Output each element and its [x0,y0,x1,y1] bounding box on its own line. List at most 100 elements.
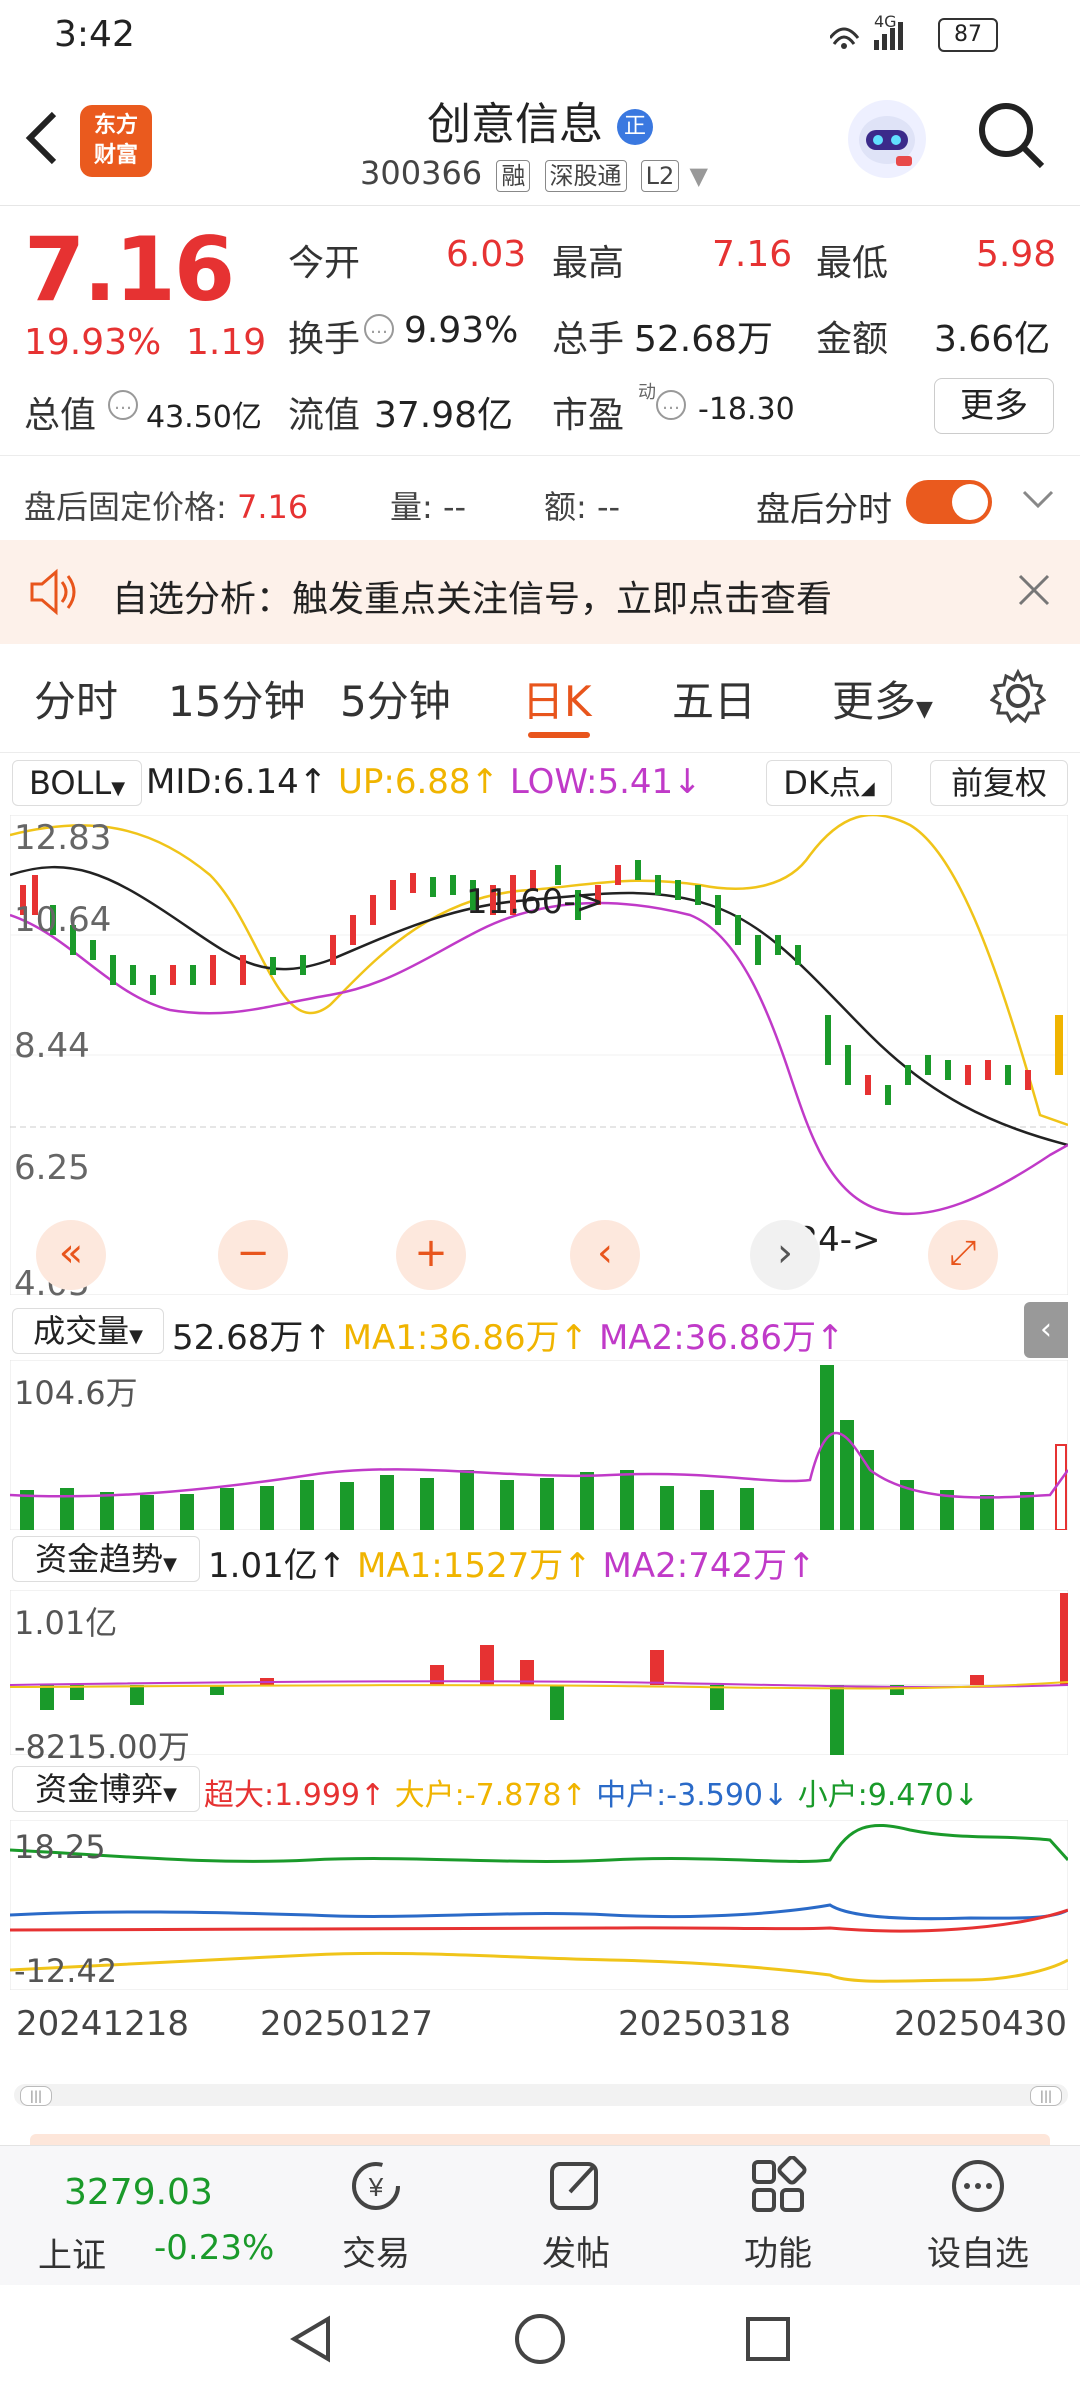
close-icon[interactable] [1016,572,1052,612]
zoom-in-icon[interactable]: + [396,1220,466,1290]
prev-icon[interactable]: ‹ [570,1220,640,1290]
volume-value: 52.68万 [634,319,774,360]
battery-level: 87 [954,22,982,47]
float-label: 流值 [288,395,361,436]
high-label: 最高 [552,243,625,284]
search-icon[interactable] [976,100,1048,176]
indicator-select[interactable]: BOLL▼ [12,760,142,806]
fund-trend-value: 1.01亿↑ [208,1546,347,1586]
fund-trend-min: -8215.00万 [14,1728,190,1766]
fund-trend-select[interactable]: 资金趋势▼ [12,1536,200,1582]
fund-game-chart[interactable] [10,1820,1068,1990]
volume-ma2: MA2:36.86万↑ [598,1318,845,1358]
tab-15min[interactable]: 15分钟 [168,668,305,729]
tag-l2: L2 [640,160,680,192]
system-back-icon[interactable] [284,2311,340,2371]
date-label-4: 20250430 [894,2004,1068,2044]
boll-legend: MID:6.14↑ UP:6.88↑ LOW:5.41↓ [146,762,702,802]
nav-post-label: 发帖 [542,2234,610,2274]
divider [0,752,1080,753]
info-icon[interactable]: … [364,314,394,344]
date-label-3: 20250318 [618,2004,792,2044]
fund-trend-max: 1.01亿 [14,1604,118,1642]
dk-button[interactable]: DK点◢ [766,760,892,806]
nav-functions[interactable]: 功能 [708,2155,848,2275]
afterhours-toggle[interactable] [906,480,992,524]
adjust-button[interactable]: 前复权 [930,760,1068,806]
afterhours-price-label: 盘后固定价格: [24,488,227,526]
fund-game-select[interactable]: 资金博弈▼ [12,1766,200,1812]
index-value[interactable]: 3279.03 [64,2172,213,2213]
fund-game-large: 大户:-7.878↑ [394,1778,587,1813]
fund-game-super: 超大:1.999↑ [204,1778,386,1813]
more-button[interactable]: 更多 [934,378,1054,434]
collapse-icon[interactable]: ‹ [1024,1302,1068,1358]
fund-game-small: 小户:9.470↓ [797,1778,979,1813]
annotation-high: 11.60-> [466,882,605,922]
alert-text: 自选分析：触发重点关注信号，立即点击查看 [112,579,833,620]
nav-trade-label: 交易 [342,2234,410,2274]
nav-watchlist-label: 设自选 [927,2234,1029,2274]
high-value: 7.16 [712,234,793,275]
fund-trend-legend: 1.01亿↑ MA1:1527万↑ MA2:742万↑ [208,1538,816,1587]
volume-select[interactable]: 成交量▼ [12,1308,164,1354]
low-value: 5.98 [976,234,1057,275]
index-change[interactable]: -0.23% [154,2228,274,2268]
dk-label: DK点 [783,764,861,802]
nav-watchlist[interactable]: 设自选 [908,2156,1048,2275]
trade-icon: ¥ [306,2156,446,2226]
volume-chart[interactable] [10,1360,1068,1530]
afterhours-timeshare-label: 盘后分时 [756,490,892,530]
volume-legend: 52.68万↑ MA1:36.86万↑ MA2:36.86万↑ [172,1310,844,1359]
alert-banner[interactable]: 自选分析：触发重点关注信号，立即点击查看 [0,540,1080,644]
stock-code-line: 300366 融 深股通 L2 ▼ [360,154,708,192]
open-value: 6.03 [446,234,527,275]
pe-sup: 动 [638,382,656,403]
robot-assistant-icon[interactable] [848,100,926,178]
fund-game-legend: 超大:1.999↑ 大户:-7.878↑ 中户:-3.590↓ 小户:9.470… [204,1770,979,1814]
afterhours-amt-label: 额: [544,488,587,526]
afterhours-price: 7.16 [236,488,309,526]
change-value: 1.19 [186,322,267,363]
stock-name: 创意信息 [427,99,603,150]
afterhours-amt: 额: -- [544,482,620,528]
system-recents-icon[interactable] [740,2311,796,2371]
afterhours-row: 盘后固定价格: 7.16 [24,482,308,528]
system-home-icon[interactable] [512,2311,568,2371]
rewind-icon[interactable]: « [36,1220,106,1290]
scroll-handle-left: ||| [20,2086,52,2106]
tab-daily-k[interactable]: 日K [522,668,592,729]
signal-icon [828,16,910,59]
open-label: 今开 [288,243,361,284]
tab-more[interactable]: 更多▼ [832,668,933,729]
next-icon[interactable]: › [750,1220,820,1290]
fullscreen-icon[interactable]: ⤢ [928,1220,998,1290]
nav-post[interactable]: 发帖 [506,2156,646,2275]
boll-up: UP:6.88↑ [338,762,500,802]
tab-5min[interactable]: 5分钟 [340,668,451,729]
afterhours-vol: 量: -- [390,482,466,528]
speaker-icon [24,564,80,624]
mktcap-label: 总值 [24,395,97,436]
battery-icon: 87 [938,18,998,52]
dropdown-icon[interactable]: ▼ [689,162,707,190]
svg-text:¥: ¥ [368,2172,384,2202]
info-icon[interactable]: … [656,390,686,420]
tab-timeshare[interactable]: 分时 [34,668,118,729]
zoom-out-icon[interactable]: − [218,1220,288,1290]
header: 东方 财富 创意信息 正 300366 融 深股通 L2 ▼ [0,70,1080,206]
info-icon[interactable]: … [108,390,138,420]
fund-trend-ma1: MA1:1527万↑ [357,1546,592,1586]
chevron-down-icon[interactable] [1020,484,1056,518]
nav-trade[interactable]: ¥ 交易 [306,2156,446,2275]
divider [0,455,1080,456]
settings-gear-icon[interactable] [989,668,1047,728]
tab-five-day[interactable]: 五日 [672,668,756,729]
index-name[interactable]: 上证 [38,2228,106,2277]
tag-margin: 融 [496,160,531,192]
volume-ma1: MA1:36.86万↑ [342,1318,589,1358]
range-scrollbar[interactable]: ||| ||| [14,2084,1068,2106]
fund-game-medium: 中户:-3.590↓ [596,1778,789,1813]
boll-mid: MID:6.14↑ [146,762,328,802]
scroll-handle-right: ||| [1030,2086,1062,2106]
